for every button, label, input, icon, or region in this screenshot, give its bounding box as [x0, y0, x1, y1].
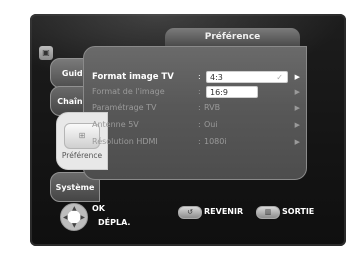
depla-label: DÉPLA. — [98, 218, 131, 227]
check-icon: ✓ — [276, 73, 283, 82]
right-arrow-icon[interactable]: ▶ — [295, 85, 300, 99]
right-arrow-icon[interactable]: ▶ — [295, 118, 300, 132]
row-value: RVB — [204, 103, 221, 112]
tab-preference-label: Préférence — [61, 150, 103, 160]
screen-frame: ▣ Préférence Guide Chaînes Système ⊞ Pré… — [0, 0, 357, 270]
row-label: Antenne 5V — [92, 120, 139, 129]
dpad-icon: ▲ ▼ ◀ ▶ — [60, 203, 88, 231]
menu-title: Préférence — [204, 32, 261, 42]
right-arrow-icon[interactable]: ▶ — [295, 135, 300, 149]
exit-icon[interactable]: ▥ — [256, 206, 280, 219]
row-value-box[interactable]: 16:9 — [206, 86, 258, 98]
row-colon: : — [198, 137, 201, 146]
row-value: 4:3 — [210, 73, 223, 82]
row-colon: : — [198, 103, 201, 112]
row-label: Format image TV — [92, 72, 174, 82]
row-format-de-l-image[interactable]: Format de l'image : 16:9 ▶ — [92, 85, 300, 99]
row-label: Paramétrage TV — [92, 103, 157, 112]
row-value-box[interactable]: 4:3 ✓ — [206, 71, 288, 83]
return-icon[interactable]: ↺ — [178, 206, 202, 219]
row-colon: : — [198, 120, 201, 129]
row-colon: : — [198, 72, 201, 81]
right-arrow-icon[interactable]: ▶ — [295, 101, 300, 115]
row-format-image-tv[interactable]: Format image TV : 4:3 ✓ ▶ — [92, 70, 300, 84]
row-parametrage-tv[interactable]: Paramétrage TV : RVB ▶ — [92, 101, 300, 115]
row-value: Oui — [204, 120, 218, 129]
revenir-label: REVENIR — [204, 207, 244, 216]
footer-bar: ▲ ▼ ◀ ▶ OK DÉPLA. ↺ REVENIR ▥ SORTIE — [58, 200, 320, 234]
ok-label: OK — [92, 204, 105, 213]
row-resolution-hdmi[interactable]: Résolution HDMI : 1080i ▶ — [92, 135, 300, 149]
guide-side-icon: ▣ — [39, 46, 53, 60]
row-value: 16:9 — [210, 88, 228, 97]
menu-header: Préférence — [165, 28, 300, 46]
tab-systeme-label: Système — [55, 182, 95, 192]
sortie-label: SORTIE — [282, 207, 315, 216]
row-antenne-5v[interactable]: Antenne 5V : Oui ▶ — [92, 118, 300, 132]
row-label: Format de l'image — [92, 87, 165, 96]
row-colon: : — [198, 87, 201, 96]
row-value: 1080i — [204, 137, 227, 146]
right-arrow-icon[interactable]: ▶ — [295, 70, 300, 84]
row-label: Résolution HDMI — [92, 137, 158, 146]
